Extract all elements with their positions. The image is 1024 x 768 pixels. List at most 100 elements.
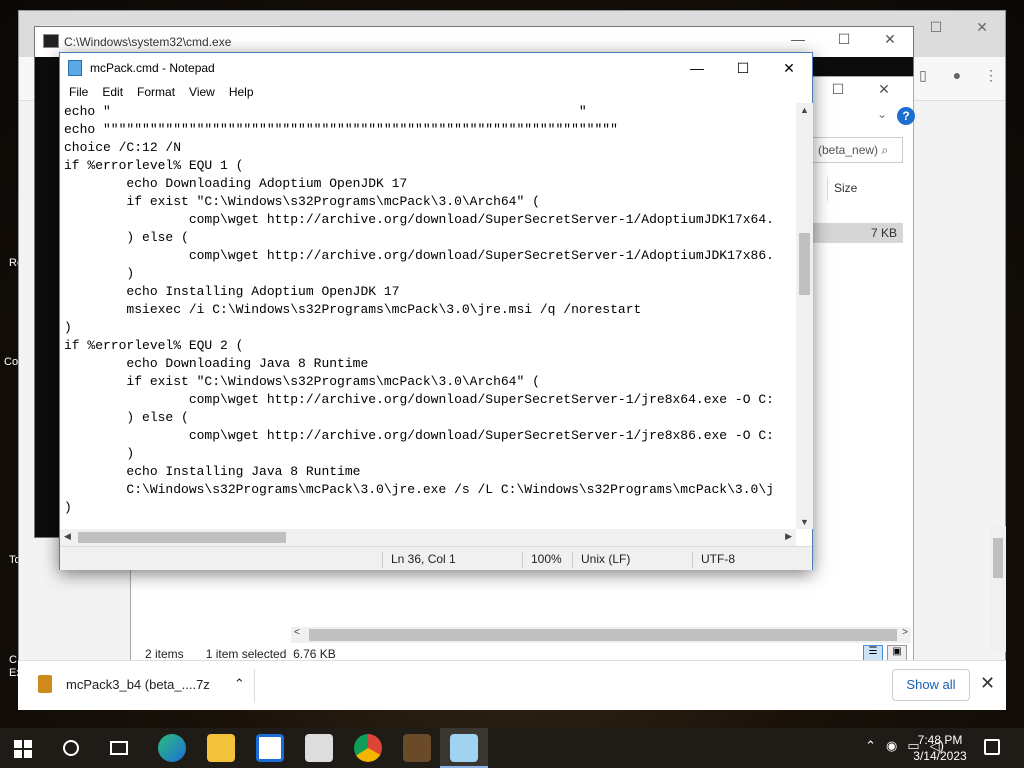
- maximize-icon[interactable]: ☐: [720, 53, 766, 83]
- menu-edit[interactable]: Edit: [95, 83, 130, 103]
- status-item-count: 2 items: [145, 647, 184, 661]
- scrollbar-thumb[interactable]: [309, 629, 897, 641]
- archive-file-icon: [38, 675, 52, 693]
- editor-line[interactable]: if exist "C:\Windows\s32Programs\mcPack\…: [64, 193, 796, 211]
- scrollbar-thumb[interactable]: [799, 233, 810, 295]
- notepad-titlebar[interactable]: mcPack.cmd - Notepad — ☐ ✕: [60, 53, 812, 83]
- clock[interactable]: 7:48 PM 3/14/2023: [908, 732, 972, 764]
- editor-line[interactable]: ): [64, 499, 796, 517]
- status-size: 6.76 KB: [293, 647, 336, 661]
- chrome-icon[interactable]: [354, 734, 382, 762]
- menubar: File Edit Format View Help: [60, 83, 812, 103]
- show-all-button[interactable]: Show all: [892, 669, 970, 701]
- editor-line[interactable]: ): [64, 319, 796, 337]
- chevron-down-icon[interactable]: ⌄: [877, 107, 887, 121]
- editor-line[interactable]: echo Installing Adoptium OpenJDK 17: [64, 283, 796, 301]
- close-icon[interactable]: ✕: [959, 19, 1005, 43]
- editor-line[interactable]: comp\wget http://archive.org/download/Su…: [64, 247, 796, 265]
- notepad-icon[interactable]: [450, 734, 478, 762]
- status-encoding: UTF-8: [692, 552, 735, 568]
- file-explorer-icon[interactable]: [207, 734, 235, 762]
- menu-view[interactable]: View: [182, 83, 222, 103]
- explorer-horizontal-scrollbar[interactable]: < >: [291, 627, 911, 643]
- editor-line[interactable]: echo " ": [64, 103, 796, 121]
- chevron-up-icon[interactable]: ⌃: [865, 738, 876, 754]
- scroll-left-icon[interactable]: <: [294, 627, 300, 638]
- chevron-up-icon[interactable]: ⌃: [234, 676, 245, 692]
- minimize-icon[interactable]: —: [775, 31, 821, 48]
- desktop-icon-label-2[interactable]: Co: [4, 356, 18, 368]
- explorer-window-controls: ☐ ✕: [815, 81, 907, 98]
- divider: [254, 669, 255, 703]
- profile-icon[interactable]: ●: [949, 67, 965, 84]
- editor-line[interactable]: comp\wget http://archive.org/download/Su…: [64, 391, 796, 409]
- editor-line[interactable]: echo Downloading Adoptium OpenJDK 17: [64, 175, 796, 193]
- editor-line[interactable]: ) else (: [64, 229, 796, 247]
- close-icon[interactable]: ✕: [867, 31, 913, 48]
- help-icon[interactable]: ?: [897, 107, 915, 125]
- notification-icon[interactable]: [984, 739, 1000, 755]
- mail-icon[interactable]: [305, 734, 333, 762]
- menu-format[interactable]: Format: [130, 83, 182, 103]
- scrollbar-thumb[interactable]: [993, 538, 1003, 578]
- close-icon[interactable]: ✕: [861, 81, 907, 98]
- horizontal-scrollbar[interactable]: ◀ ▶: [60, 529, 796, 546]
- cmd-title: C:\Windows\system32\cmd.exe: [64, 35, 232, 49]
- editor-line[interactable]: if %errorlevel% EQU 1 (: [64, 157, 796, 175]
- scrollbar-thumb[interactable]: [78, 532, 286, 543]
- editor-line[interactable]: ): [64, 265, 796, 283]
- menu-help[interactable]: Help: [222, 83, 261, 103]
- editor-line[interactable]: comp\wget http://archive.org/download/Su…: [64, 427, 796, 445]
- vertical-scrollbar[interactable]: ▲ ▼: [796, 103, 813, 529]
- status-selected: 1 item selected: [205, 647, 287, 661]
- column-header-size[interactable]: Size: [827, 177, 907, 201]
- editor-line[interactable]: if exist "C:\Windows\s32Programs\mcPack\…: [64, 373, 796, 391]
- download-item[interactable]: mcPack3_b4 (beta_....7z ⌃: [38, 675, 245, 693]
- editor-line[interactable]: msiexec /i C:\Windows\s32Programs\mcPack…: [64, 301, 796, 319]
- editor-line[interactable]: choice /C:12 /N: [64, 139, 796, 157]
- notepad-window: mcPack.cmd - Notepad — ☐ ✕ File Edit For…: [59, 52, 813, 570]
- date: 3/14/2023: [913, 749, 967, 763]
- scroll-left-icon[interactable]: ◀: [64, 531, 71, 542]
- minecraft-icon[interactable]: [403, 734, 431, 762]
- search-input[interactable]: (beta_new) ⌕: [811, 137, 903, 163]
- task-view-icon[interactable]: [110, 741, 128, 755]
- scroll-down-icon[interactable]: ▼: [800, 517, 809, 527]
- editor-line[interactable]: if %errorlevel% EQU 2 (: [64, 337, 796, 355]
- close-icon[interactable]: ✕: [980, 673, 995, 694]
- store-icon[interactable]: [256, 734, 284, 762]
- editor-line[interactable]: echo Downloading Java 8 Runtime: [64, 355, 796, 373]
- selected-row-size[interactable]: 7 KB: [813, 223, 903, 243]
- menu-file[interactable]: File: [62, 83, 95, 103]
- explorer-statusbar: 2 items 1 item selected 6.76 KB: [145, 647, 336, 661]
- search-icon: ⌕: [881, 143, 889, 157]
- close-icon[interactable]: ✕: [766, 53, 812, 83]
- editor-content[interactable]: echo " " echo """""""""""""""""""""""""""…: [60, 103, 796, 517]
- editor-line[interactable]: ) else (: [64, 409, 796, 427]
- downloads-bar: mcPack3_b4 (beta_....7z ⌃ Show all ✕: [18, 660, 1006, 710]
- text-editor[interactable]: echo " " echo """""""""""""""""""""""""""…: [60, 103, 796, 529]
- cmd-window-controls: — ☐ ✕: [775, 31, 913, 48]
- scroll-right-icon[interactable]: ▶: [785, 531, 792, 542]
- download-file-name: mcPack3_b4 (beta_....7z: [66, 676, 210, 692]
- taskbar: ⌃ ◉ ▭ ◁) 7:48 PM 3/14/2023: [0, 728, 1024, 768]
- editor-line[interactable]: comp\wget http://archive.org/download/Su…: [64, 211, 796, 229]
- maximize-icon[interactable]: ☐: [815, 81, 861, 98]
- editor-line[interactable]: echo """""""""""""""""""""""""""""""""""…: [64, 121, 796, 139]
- maximize-icon[interactable]: ☐: [913, 19, 959, 43]
- search-icon[interactable]: [63, 740, 79, 756]
- browser-vertical-scrollbar[interactable]: [990, 526, 1006, 652]
- edge-icon[interactable]: [158, 734, 186, 762]
- sidebar-icon[interactable]: ▯: [915, 67, 931, 84]
- scroll-up-icon[interactable]: ▲: [800, 105, 809, 115]
- editor-line[interactable]: ): [64, 445, 796, 463]
- meet-now-icon[interactable]: ◉: [886, 738, 897, 754]
- active-app-highlight[interactable]: [440, 728, 488, 768]
- menu-icon[interactable]: ⋮: [983, 67, 999, 84]
- maximize-icon[interactable]: ☐: [821, 31, 867, 48]
- minimize-icon[interactable]: —: [674, 53, 720, 83]
- editor-line[interactable]: C:\Windows\s32Programs\mcPack\3.0\jre.ex…: [64, 481, 796, 499]
- editor-line[interactable]: echo Installing Java 8 Runtime: [64, 463, 796, 481]
- windows-start-icon[interactable]: [14, 740, 32, 758]
- scroll-right-icon[interactable]: >: [902, 627, 908, 638]
